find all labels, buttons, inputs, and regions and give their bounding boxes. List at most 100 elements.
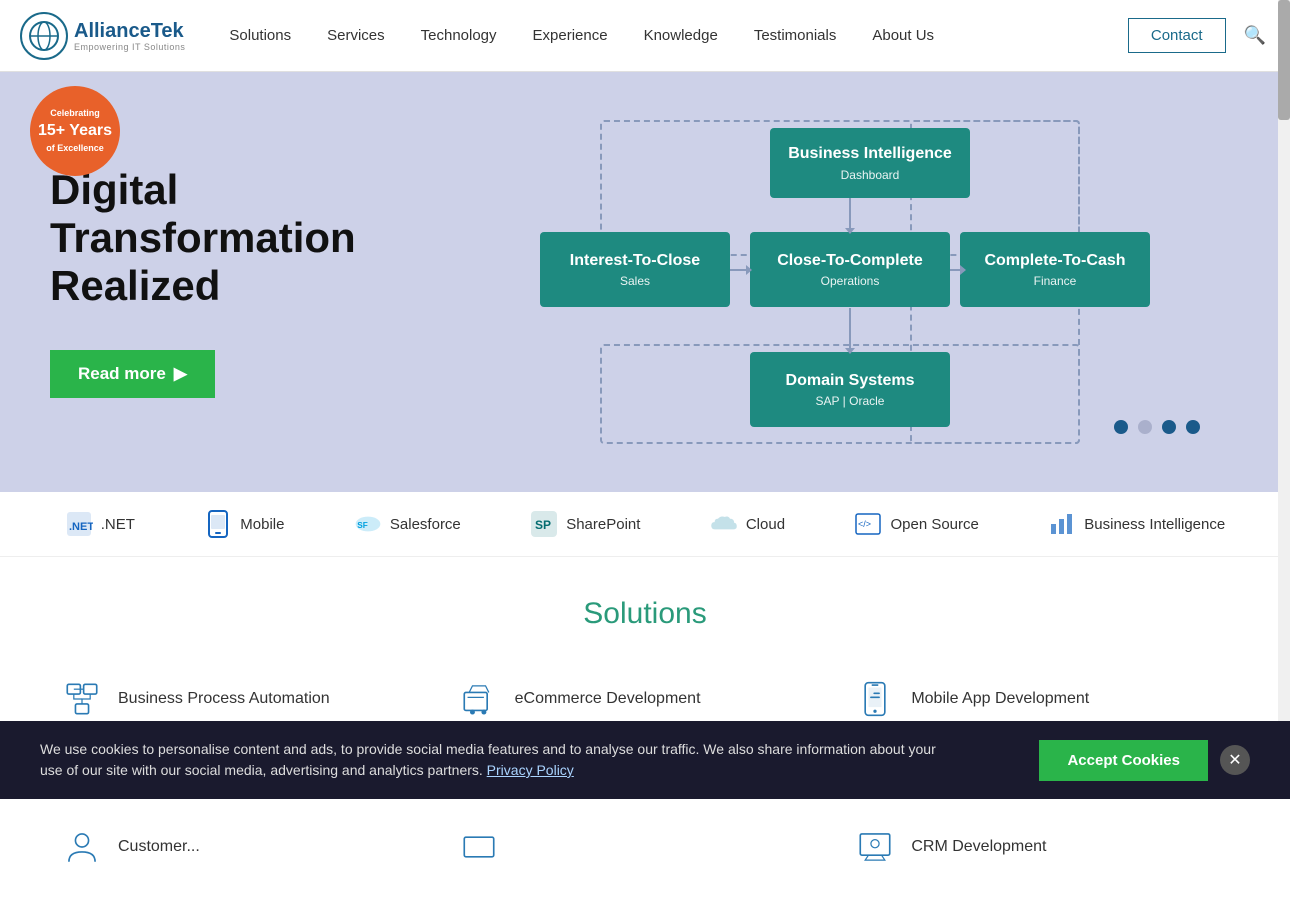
cookie-close-button[interactable]: ✕ — [1220, 745, 1250, 775]
solutions-title: Solutions — [60, 597, 1230, 631]
hero-diagram: Business Intelligence Dashboard Interest… — [530, 112, 1240, 452]
tech-bi[interactable]: Business Intelligence — [1048, 510, 1225, 538]
salesforce-icon: SF — [354, 510, 382, 538]
nav-about[interactable]: About Us — [858, 19, 948, 52]
opensource-icon: </> — [854, 510, 882, 538]
bi-label: Business Intelligence — [1084, 516, 1225, 533]
ecom-icon — [457, 677, 501, 721]
arrow-right-icon: ▶ — [174, 364, 187, 384]
ctcash-title: Complete-To-Cash — [984, 251, 1125, 270]
scrollbar[interactable] — [1278, 0, 1290, 799]
nav-services[interactable]: Services — [313, 19, 399, 52]
solution-crm-left[interactable]: Customer... — [60, 815, 437, 879]
itc-box[interactable]: Interest-To-Close Sales — [540, 232, 730, 307]
tech-dotnet[interactable]: .NET .NET — [65, 510, 135, 538]
sharepoint-label: SharePoint — [566, 516, 640, 533]
crm-icon — [853, 825, 897, 869]
ds-sub: SAP | Oracle — [816, 394, 885, 408]
badge-years: 15+ Years — [38, 120, 112, 142]
arrowhead-1 — [746, 265, 752, 275]
logo-tagline: Empowering IT Solutions — [74, 42, 185, 52]
carousel-dots — [1114, 420, 1200, 434]
nav-technology[interactable]: Technology — [407, 19, 511, 52]
customer-label: Customer... — [118, 838, 200, 856]
carousel-dot-3[interactable] — [1162, 420, 1176, 434]
salesforce-label: Salesforce — [390, 516, 461, 533]
bpa-icon — [60, 677, 104, 721]
nav-solutions[interactable]: Solutions — [215, 19, 305, 52]
ctcash-sub: Finance — [1034, 274, 1077, 288]
cloud-icon — [710, 510, 738, 538]
logo-name: AllianceTek — [74, 20, 185, 42]
dotnet-label: .NET — [101, 516, 135, 533]
arrowhead-4 — [845, 348, 855, 354]
cookie-actions: Accept Cookies ✕ — [1039, 740, 1250, 781]
svg-text:.NET: .NET — [69, 521, 93, 533]
ctc-title: Close-To-Complete — [777, 251, 922, 270]
carousel-dot-4[interactable] — [1186, 420, 1200, 434]
badge-line3: of Excellence — [46, 142, 104, 155]
search-icon[interactable]: 🔍 — [1240, 21, 1270, 50]
tech-opensource[interactable]: </> Open Source — [854, 510, 978, 538]
logo-icon — [28, 20, 60, 52]
ctcash-box[interactable]: Complete-To-Cash Finance — [960, 232, 1150, 307]
tech-bar: .NET .NET Mobile SF Salesforce SP ShareP… — [0, 492, 1290, 557]
cookie-text: We use cookies to personalise content an… — [40, 739, 940, 781]
ecom-label: eCommerce Development — [515, 690, 701, 708]
accept-cookies-button[interactable]: Accept Cookies — [1039, 740, 1208, 781]
hero-section: Celebrating 15+ Years of Excellence Digi… — [0, 72, 1290, 492]
tech-salesforce[interactable]: SF Salesforce — [354, 510, 461, 538]
mobile-icon — [204, 510, 232, 538]
bpa-label: Business Process Automation — [118, 690, 330, 708]
itc-sub: Sales — [620, 274, 650, 288]
itc-title: Interest-To-Close — [570, 251, 700, 270]
privacy-policy-link[interactable]: Privacy Policy — [487, 762, 574, 778]
mobile-app-label: Mobile App Development — [911, 690, 1089, 708]
bi-title: Business Intelligence — [788, 144, 952, 163]
arrow-ctc-ds — [849, 308, 851, 352]
arrowhead-3 — [845, 228, 855, 234]
read-more-label: Read more — [78, 364, 166, 384]
nav-knowledge[interactable]: Knowledge — [630, 19, 732, 52]
ds-box[interactable]: Domain Systems SAP | Oracle — [750, 352, 950, 427]
hero-title-line1: Digital Transformation — [50, 166, 356, 261]
customer-icon — [60, 825, 104, 869]
bi-box[interactable]: Business Intelligence Dashboard — [770, 128, 970, 198]
opensource-label: Open Source — [890, 516, 978, 533]
solution-crm[interactable]: CRM Development — [853, 815, 1230, 879]
svg-text:SF: SF — [357, 521, 368, 530]
carousel-dot-1[interactable] — [1114, 420, 1128, 434]
tech-sharepoint[interactable]: SP SharePoint — [530, 510, 640, 538]
ds-title: Domain Systems — [786, 371, 915, 390]
bi-icon — [1048, 510, 1076, 538]
svg-text:</>: </> — [858, 519, 871, 529]
hero-text: Digital Transformation Realized Read mor… — [50, 166, 470, 399]
anniversary-badge: Celebrating 15+ Years of Excellence — [30, 86, 120, 176]
mid-icon — [457, 825, 501, 869]
dotnet-icon: .NET — [65, 510, 93, 538]
read-more-button[interactable]: Read more ▶ — [50, 350, 215, 398]
solution-mid[interactable] — [457, 815, 834, 879]
cloud-label: Cloud — [746, 516, 785, 533]
logo-circle — [20, 12, 68, 60]
svg-text:SP: SP — [535, 518, 551, 532]
contact-button[interactable]: Contact — [1128, 18, 1226, 53]
mobile-label: Mobile — [240, 516, 284, 533]
tech-cloud[interactable]: Cloud — [710, 510, 785, 538]
nav-experience[interactable]: Experience — [519, 19, 622, 52]
hero-title-line2: Realized — [50, 262, 220, 309]
sharepoint-icon: SP — [530, 510, 558, 538]
crm-label: CRM Development — [911, 838, 1046, 856]
ctc-box[interactable]: Close-To-Complete Operations — [750, 232, 950, 307]
tech-mobile[interactable]: Mobile — [204, 510, 284, 538]
arrow-bi-ctc — [849, 198, 851, 232]
ctc-sub: Operations — [821, 274, 880, 288]
hero-title: Digital Transformation Realized — [50, 166, 470, 311]
nav-menu: Solutions Services Technology Experience… — [215, 19, 1127, 52]
arrowhead-2 — [960, 265, 966, 275]
nav-testimonials[interactable]: Testimonials — [740, 19, 851, 52]
scrollbar-thumb[interactable] — [1278, 0, 1290, 120]
carousel-dot-2[interactable] — [1138, 420, 1152, 434]
logo[interactable]: AllianceTek Empowering IT Solutions — [20, 12, 185, 60]
navbar: AllianceTek Empowering IT Solutions Solu… — [0, 0, 1290, 72]
